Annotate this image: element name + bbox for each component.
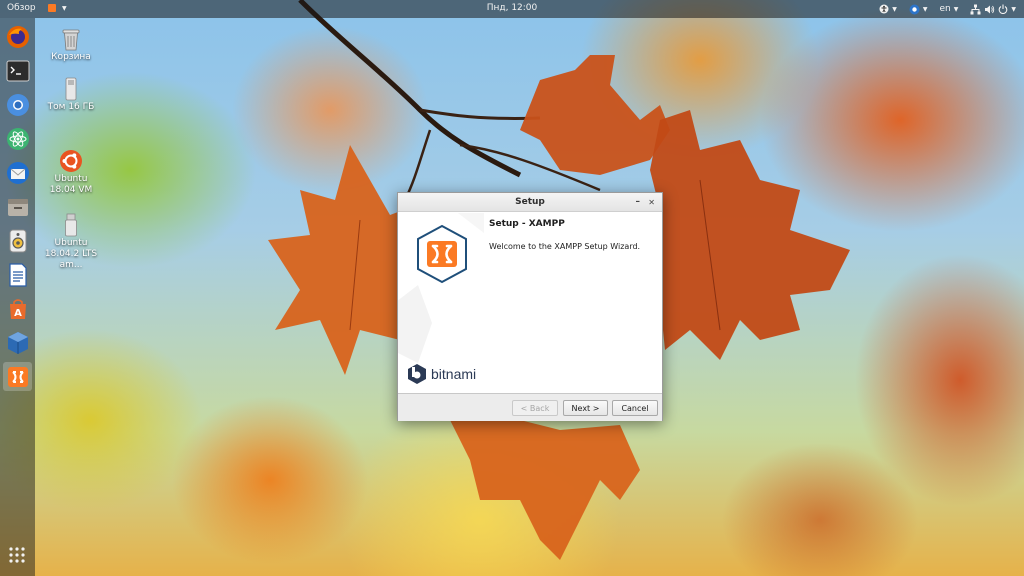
dialog-titlebar[interactable]: Setup – ✕ xyxy=(398,193,662,212)
dialog-title: Setup xyxy=(515,197,545,207)
dock-item-xampp[interactable] xyxy=(3,362,32,391)
top-bar: Обзор ▼ Пнд, 12:00 ▼ ▼ en ▼ ▼ xyxy=(0,0,1024,18)
setup-dialog: Setup – ✕ bitnami Setup - XAMPP Welcome … xyxy=(397,192,663,421)
dock-item-software[interactable]: A xyxy=(3,294,32,323)
desktop-icon-ubuntu-vm[interactable]: Ubuntu 18.04 VM xyxy=(41,149,101,196)
desktop-icon-label: Корзина xyxy=(51,52,91,62)
chevron-down-icon: ▼ xyxy=(1011,5,1016,13)
drive-icon xyxy=(65,77,77,101)
accessibility-icon xyxy=(879,4,889,14)
atom-icon xyxy=(6,127,29,150)
xampp-icon xyxy=(48,4,56,12)
language-switcher[interactable]: en ▼ xyxy=(940,4,959,14)
network-icon xyxy=(970,4,981,14)
dock-item-rhythmbox[interactable] xyxy=(3,226,32,255)
firefox-icon xyxy=(6,25,29,48)
browser-icon xyxy=(909,4,920,14)
desktop-icon-trash[interactable]: Корзина xyxy=(41,27,101,63)
chevron-down-icon: ▼ xyxy=(892,5,897,13)
system-menu[interactable]: ▼ xyxy=(970,4,1016,15)
dialog-footer: < Back Next > Cancel xyxy=(398,393,662,421)
minimize-icon[interactable]: – xyxy=(636,193,641,211)
desktop-icon-label: Ubuntu 18.04.2 LTS am... xyxy=(44,238,98,270)
welcome-message: Welcome to the XAMPP Setup Wizard. xyxy=(489,242,641,251)
power-icon xyxy=(999,4,1008,14)
xampp-icon xyxy=(417,224,467,284)
activities-button[interactable]: Обзор xyxy=(7,3,36,13)
desktop-icon-volume[interactable]: Том 16 ГБ xyxy=(41,77,101,113)
trash-icon xyxy=(62,29,80,51)
thunderbird-icon xyxy=(6,161,29,184)
dock-item-terminal[interactable] xyxy=(3,56,32,85)
accessibility-menu[interactable]: ▼ xyxy=(879,4,897,14)
app-menu[interactable]: ▼ xyxy=(48,4,67,12)
terminal-icon xyxy=(6,60,29,81)
xampp-icon xyxy=(7,366,28,387)
bitnami-icon xyxy=(408,364,426,384)
bitnami-wordmark: bitnami xyxy=(431,366,477,382)
show-applications-icon xyxy=(9,547,25,563)
dock-item-virtualbox[interactable] xyxy=(3,328,32,357)
volume-icon xyxy=(985,5,995,13)
chevron-down-icon: ▼ xyxy=(922,5,928,13)
files-icon xyxy=(7,198,28,216)
chevron-down-icon: ▼ xyxy=(953,5,959,13)
desktop-icon-label: Том 16 ГБ xyxy=(47,102,95,112)
virtualbox-icon xyxy=(7,331,28,354)
speaker-icon xyxy=(9,229,26,252)
xampp-logo xyxy=(415,224,469,288)
bitnami-logo: bitnami xyxy=(407,363,476,385)
cancel-button[interactable]: Cancel xyxy=(612,400,658,416)
dock-item-firefox[interactable] xyxy=(3,22,32,51)
dock-item-files[interactable] xyxy=(3,192,32,221)
chromium-icon xyxy=(6,93,29,116)
desktop-icon-ubuntu-usb[interactable]: Ubuntu 18.04.2 LTS am... xyxy=(41,213,101,271)
software-center-icon: A xyxy=(9,298,26,319)
dock: A xyxy=(0,18,35,576)
clock[interactable]: Пнд, 12:00 xyxy=(487,3,538,13)
side-panel: bitnami xyxy=(398,213,484,393)
back-button[interactable]: < Back xyxy=(512,400,558,416)
ubuntu-icon xyxy=(60,150,82,172)
usb-drive-icon xyxy=(65,213,77,237)
chevron-down-icon: ▼ xyxy=(62,4,67,12)
dock-item-thunderbird[interactable] xyxy=(3,158,32,187)
libreoffice-writer-icon xyxy=(8,262,27,287)
dock-item-writer[interactable] xyxy=(3,260,32,289)
svg-text:A: A xyxy=(14,308,22,319)
dialog-heading: Setup - XAMPP xyxy=(489,219,565,229)
next-button[interactable]: Next > xyxy=(563,400,608,416)
dialog-body: bitnami Setup - XAMPP Welcome to the XAM… xyxy=(398,213,662,393)
show-applications-button[interactable] xyxy=(8,546,26,568)
dock-item-chromium[interactable] xyxy=(3,90,32,119)
close-icon[interactable]: ✕ xyxy=(648,193,655,212)
dock-item-atom[interactable] xyxy=(3,124,32,153)
language-label: en xyxy=(939,4,951,14)
system-tray: ▼ ▼ en ▼ ▼ xyxy=(879,2,1016,16)
browser-indicator[interactable]: ▼ xyxy=(909,4,928,15)
desktop-icon-label: Ubuntu 18.04 VM xyxy=(49,174,93,195)
